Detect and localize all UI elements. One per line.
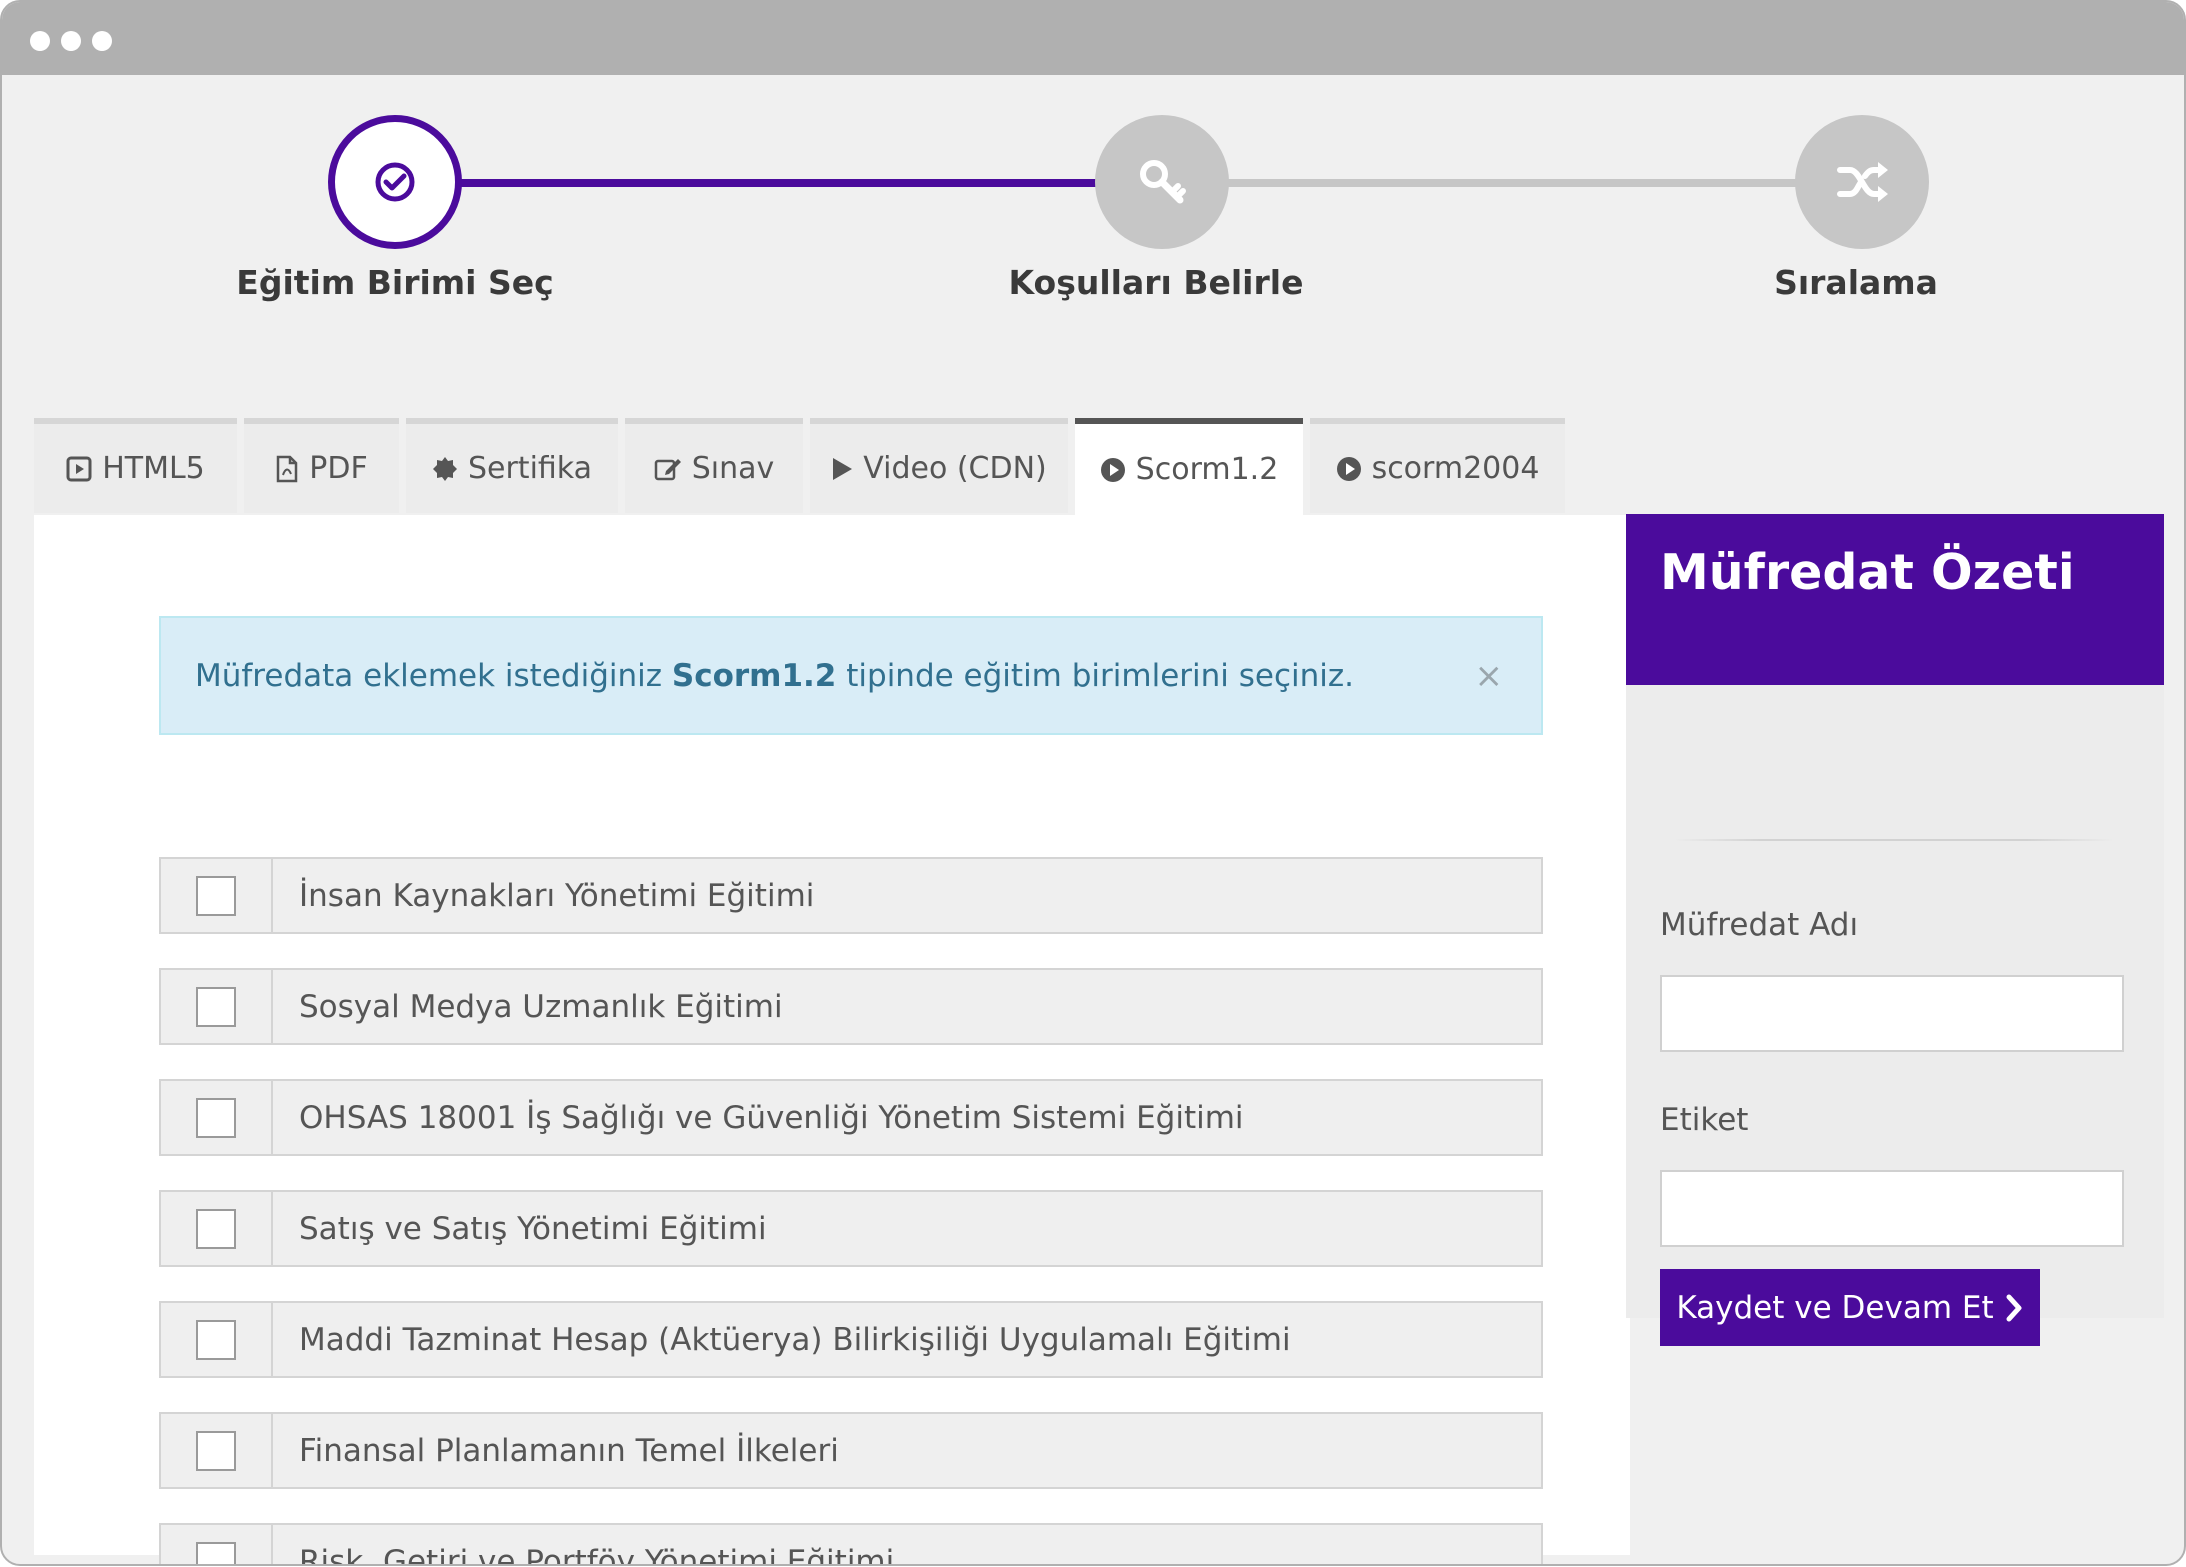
curriculum-name-label: Müfredat Adı	[1660, 907, 1859, 943]
window-dot-icon	[61, 31, 81, 51]
course-label: Satış ve Satış Yönetimi Eğitimi	[299, 1210, 767, 1247]
checkbox-cell	[161, 1303, 273, 1376]
chevron-right-icon	[2006, 1294, 2022, 1321]
course-label: OHSAS 18001 İş Sağlığı ve Güvenliği Yöne…	[299, 1099, 1244, 1136]
curriculum-name-input[interactable]	[1660, 975, 2124, 1052]
list-item[interactable]: Sosyal Medya Uzmanlık Eğitimi	[159, 968, 1543, 1045]
window-dot-icon	[92, 31, 112, 51]
course-checkbox[interactable]	[196, 986, 236, 1027]
shuffle-icon	[1837, 162, 1888, 202]
tab-sertifika[interactable]: Sertifika	[406, 418, 618, 513]
info-alert: Müfredata eklemek istediğiniz Scorm1.2 t…	[159, 616, 1543, 735]
tab-scorm12[interactable]: Scorm1.2	[1075, 418, 1303, 515]
tab-pdf[interactable]: PDF	[244, 418, 399, 513]
course-checkbox[interactable]	[196, 1319, 236, 1360]
tab-label: Sertifika	[467, 451, 593, 486]
course-label: Risk, Getiri ve Portföy Yönetimi Eğitimi	[299, 1543, 895, 1566]
tab-label: HTML5	[102, 451, 205, 486]
checkbox-cell	[161, 1192, 273, 1265]
course-checkbox[interactable]	[196, 1097, 236, 1138]
certificate-icon	[432, 456, 457, 481]
tab-label: Video (CDN)	[863, 451, 1047, 486]
curriculum-summary-panel: Müfredat Adı Etiket Kaydet ve Devam Et	[1626, 685, 2164, 1346]
alert-text-after: tipinde eğitim birimlerini seçiniz.	[836, 657, 1355, 694]
checkbox-cell	[161, 970, 273, 1043]
checkbox-cell	[161, 859, 273, 932]
tab-label: Scorm1.2	[1135, 452, 1279, 487]
stepper-progress-line	[390, 179, 1110, 187]
sidebar-title: Müfredat Özeti	[1660, 544, 2075, 601]
page-canvas: Eğitim Birimi Seç Koşulları Belirle Sıra…	[10, 75, 2176, 1564]
play-circle-icon	[1336, 456, 1361, 481]
tag-label: Etiket	[1660, 1102, 1749, 1138]
list-item[interactable]: Maddi Tazminat Hesap (Aktüerya) Bilirkiş…	[159, 1301, 1543, 1378]
course-checkbox[interactable]	[196, 875, 236, 916]
tab-scorm2004[interactable]: scorm2004	[1310, 418, 1565, 513]
step-1-circle[interactable]	[328, 115, 462, 249]
check-circle-icon	[375, 162, 415, 202]
divider	[1674, 839, 2114, 841]
alert-text: Müfredata eklemek istediğiniz Scorm1.2 t…	[195, 658, 1354, 694]
save-and-continue-label: Kaydet ve Devam Et	[1676, 1289, 1994, 1326]
alert-text-before: Müfredata eklemek istediğiniz	[195, 657, 672, 694]
course-checkbox[interactable]	[196, 1541, 236, 1564]
step-2-circle[interactable]	[1095, 115, 1229, 249]
course-label: Sosyal Medya Uzmanlık Eğitimi	[299, 988, 783, 1025]
file-pdf-icon	[277, 455, 298, 482]
edit-icon	[654, 458, 681, 480]
play-icon	[833, 457, 853, 480]
window-titlebar	[2, 2, 2184, 75]
tab-label: PDF	[309, 451, 368, 486]
course-label: İnsan Kaynakları Yönetimi Eğitimi	[299, 877, 815, 914]
checkbox-cell	[161, 1414, 273, 1487]
course-label: Finansal Planlamanın Temel İlkeleri	[299, 1432, 839, 1469]
list-item[interactable]: Risk, Getiri ve Portföy Yönetimi Eğitimi	[159, 1523, 1543, 1566]
stepper-pending-line	[1160, 179, 1800, 187]
tab-label: scorm2004	[1371, 451, 1540, 486]
close-icon[interactable]: ×	[1475, 656, 1504, 696]
step-3-label: Sıralama	[1774, 263, 1938, 302]
play-circle-icon	[1100, 457, 1125, 482]
tab-label: Sınav	[691, 451, 775, 486]
alert-highlight: Scorm1.2	[671, 657, 837, 694]
list-item[interactable]: Finansal Planlamanın Temel İlkeleri	[159, 1412, 1543, 1489]
tab-html5[interactable]: HTML5	[34, 418, 237, 513]
course-checkbox[interactable]	[196, 1208, 236, 1249]
checkbox-cell	[161, 1081, 273, 1154]
tag-input[interactable]	[1660, 1170, 2124, 1247]
step-1-label: Eğitim Birimi Seç	[236, 263, 554, 302]
step-3-circle[interactable]	[1795, 115, 1929, 249]
checkbox-cell	[161, 1525, 273, 1564]
key-icon	[1140, 160, 1186, 204]
course-checkbox[interactable]	[196, 1430, 236, 1471]
list-item[interactable]: OHSAS 18001 İş Sağlığı ve Güvenliği Yöne…	[159, 1079, 1543, 1156]
tab-video-cdn[interactable]: Video (CDN)	[810, 418, 1068, 513]
list-item[interactable]: Satış ve Satış Yönetimi Eğitimi	[159, 1190, 1543, 1267]
course-label: Maddi Tazminat Hesap (Aktüerya) Bilirkiş…	[299, 1321, 1291, 1358]
curriculum-summary-header: Müfredat Özeti	[1626, 514, 2164, 685]
step-2-label: Koşulları Belirle	[1008, 263, 1304, 302]
tab-sinav[interactable]: Sınav	[625, 418, 803, 513]
list-item[interactable]: İnsan Kaynakları Yönetimi Eğitimi	[159, 857, 1543, 934]
play-square-icon	[66, 456, 92, 481]
browser-window: Eğitim Birimi Seç Koşulları Belirle Sıra…	[0, 0, 2186, 1566]
unit-selection-panel: Müfredata eklemek istediğiniz Scorm1.2 t…	[34, 515, 1630, 1564]
window-dot-icon	[30, 31, 50, 51]
save-and-continue-button[interactable]: Kaydet ve Devam Et	[1660, 1269, 2040, 1346]
